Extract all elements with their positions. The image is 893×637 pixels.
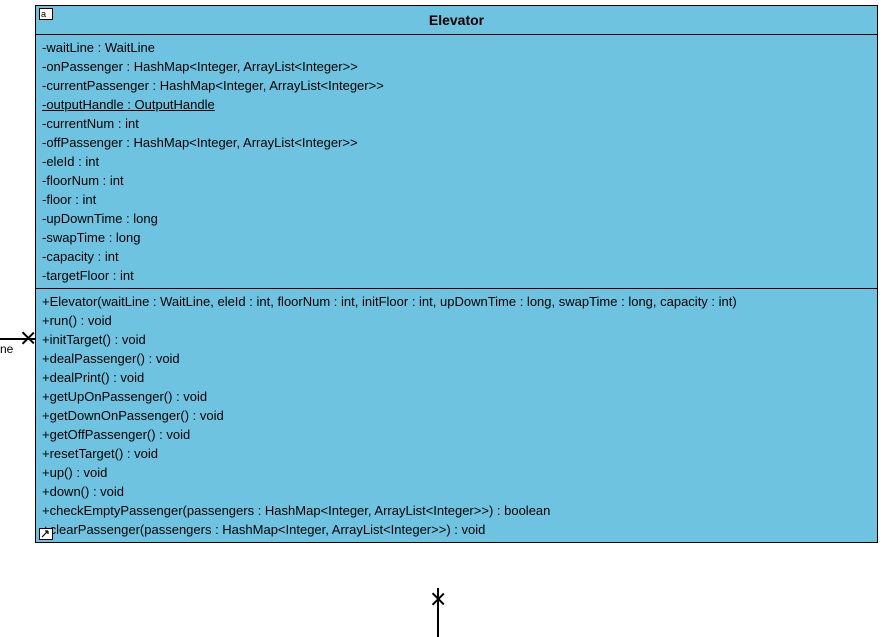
operation-row: +Elevator(waitLine : WaitLine, eleId : i… xyxy=(42,292,871,311)
class-name: Elevator xyxy=(36,6,877,34)
attribute-row: -eleId : int xyxy=(42,152,871,171)
operation-row: +resetTarget() : void xyxy=(42,444,871,463)
attribute-row: -currentPassenger : HashMap<Integer, Arr… xyxy=(42,76,871,95)
operation-row: +getUpOnPassenger() : void xyxy=(42,387,871,406)
uml-class-elevator: a Elevator -waitLine : WaitLine -onPasse… xyxy=(35,5,878,543)
operation-row: +down() : void xyxy=(42,482,871,501)
attribute-row: -upDownTime : long xyxy=(42,209,871,228)
operation-row: +up() : void xyxy=(42,463,871,482)
attributes-compartment: -waitLine : WaitLine -onPassenger : Hash… xyxy=(36,35,877,289)
shortcut-arrow-icon xyxy=(39,528,53,540)
operation-row: +clearPassenger(passengers : HashMap<Int… xyxy=(42,520,871,539)
operations-compartment: +Elevator(waitLine : WaitLine, eleId : i… xyxy=(36,289,877,542)
operation-row: +initTarget() : void xyxy=(42,330,871,349)
attribute-row: -currentNum : int xyxy=(42,114,871,133)
operation-row: +checkEmptyPassenger(passengers : HashMa… xyxy=(42,501,871,520)
operation-row: +getOffPassenger() : void xyxy=(42,425,871,444)
attribute-row: -capacity : int xyxy=(42,247,871,266)
association-bottom-cross xyxy=(430,591,446,607)
attribute-row: -targetFloor : int xyxy=(42,266,871,285)
operation-row: +dealPassenger() : void xyxy=(42,349,871,368)
attribute-row: -onPassenger : HashMap<Integer, ArrayLis… xyxy=(42,57,871,76)
link-badge-icon: a xyxy=(39,8,53,20)
attribute-row: -offPassenger : HashMap<Integer, ArrayLi… xyxy=(42,133,871,152)
association-left-label: ne xyxy=(0,342,13,356)
operation-row: +getDownOnPassenger() : void xyxy=(42,406,871,425)
attribute-row: -floorNum : int xyxy=(42,171,871,190)
association-left-cross xyxy=(20,330,36,346)
class-title-compartment: a Elevator xyxy=(36,6,877,35)
attribute-row: -waitLine : WaitLine xyxy=(42,38,871,57)
operation-row: +run() : void xyxy=(42,311,871,330)
operation-row: +dealPrint() : void xyxy=(42,368,871,387)
attribute-row: -swapTime : long xyxy=(42,228,871,247)
attribute-row: -floor : int xyxy=(42,190,871,209)
attribute-row-static: -outputHandle : OutputHandle xyxy=(42,95,871,114)
